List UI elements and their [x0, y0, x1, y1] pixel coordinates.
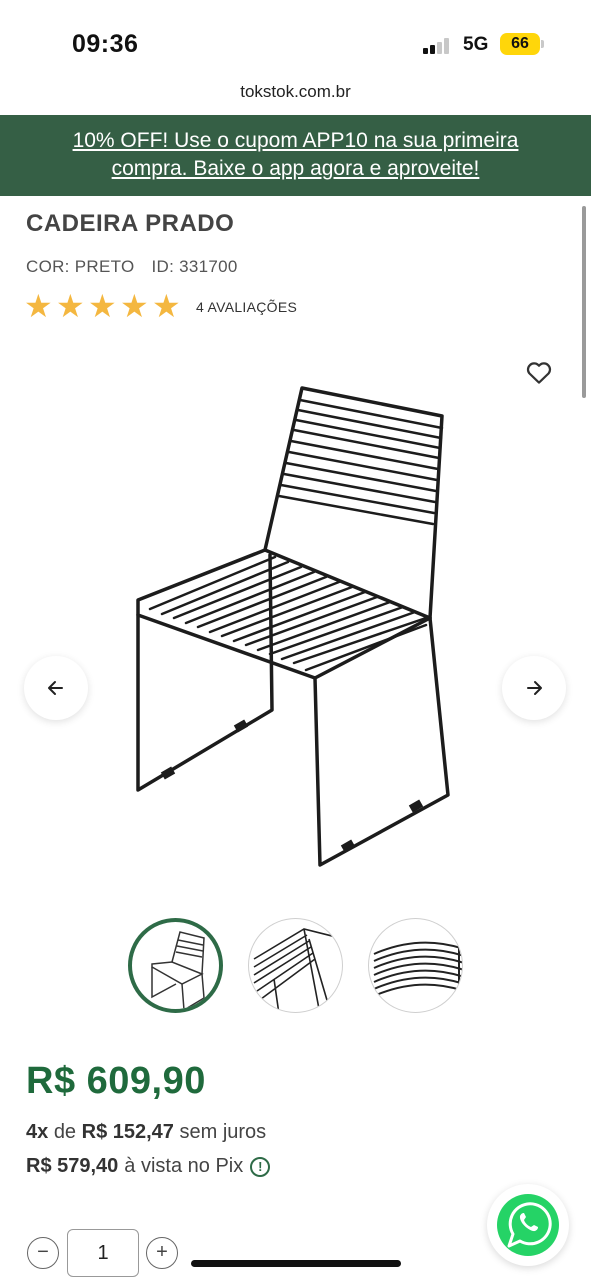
arrow-left-button[interactable] [24, 656, 88, 720]
quantity-increase-button[interactable]: + [146, 1237, 178, 1269]
star-icon: ★ [88, 288, 117, 324]
product-title: CADEIRA PRADO [26, 210, 235, 237]
arrow-right-icon [527, 681, 542, 695]
pix-price: R$ 579,40 [26, 1155, 119, 1177]
quantity-decrease-button[interactable]: − [27, 1237, 59, 1269]
installment-value: R$ 152,47 [81, 1121, 174, 1143]
thumbnail-2[interactable] [248, 918, 343, 1013]
whatsapp-button[interactable] [487, 1184, 569, 1266]
url-bar[interactable]: tokstok.com.br [0, 82, 591, 102]
promo-banner[interactable]: 10% OFF! Use o cupom APP10 na sua primei… [0, 115, 591, 196]
home-indicator [191, 1260, 401, 1267]
network-label: 5G [463, 34, 489, 55]
battery-icon: 66 [500, 33, 540, 55]
star-icon: ★ [152, 288, 181, 324]
installments-text: 4x de R$ 152,47 sem juros [26, 1121, 266, 1144]
whatsapp-icon [497, 1194, 559, 1256]
pix-suffix: à vista no Pix [124, 1155, 244, 1177]
promo-line-2[interactable]: compra. Baixe o app agora e aproveite! [0, 155, 591, 183]
installments-count: 4x [26, 1121, 49, 1143]
pix-price-text: R$ 579,40 à vista no Pix ! [26, 1155, 271, 1178]
thumbnail-3[interactable] [368, 918, 463, 1013]
product-id: ID: 331700 [151, 257, 238, 276]
product-meta: COR: PRETO ID: 331700 [26, 257, 238, 277]
star-icon: ★ [120, 288, 149, 324]
star-icon: ★ [56, 288, 85, 324]
arrow-right-button[interactable] [502, 656, 566, 720]
rating-stars[interactable]: ★ ★ ★ ★ ★ [24, 290, 184, 322]
status-time: 09:36 [72, 30, 139, 58]
signal-icon [423, 36, 455, 54]
product-color: COR: PRETO [26, 257, 135, 276]
scrollbar[interactable] [582, 206, 586, 398]
promo-line-1[interactable]: 10% OFF! Use o cupom APP10 na sua primei… [0, 127, 591, 155]
info-icon[interactable]: ! [250, 1156, 271, 1177]
heart-icon[interactable] [524, 357, 554, 387]
thumbnail-1[interactable] [128, 918, 223, 1013]
star-icon: ★ [24, 288, 53, 324]
product-price: R$ 609,90 [26, 1060, 206, 1102]
reviews-link[interactable]: 4 AVALIAÇÕES [196, 299, 297, 315]
quantity-input[interactable]: 1 [67, 1229, 139, 1277]
battery-tip [541, 40, 544, 48]
installments-de: de [53, 1121, 77, 1143]
installments-suffix: sem juros [179, 1121, 267, 1143]
arrow-left-icon [48, 681, 63, 695]
product-main-image[interactable] [130, 380, 460, 870]
status-bar: 09:36 5G 66 [0, 0, 591, 80]
